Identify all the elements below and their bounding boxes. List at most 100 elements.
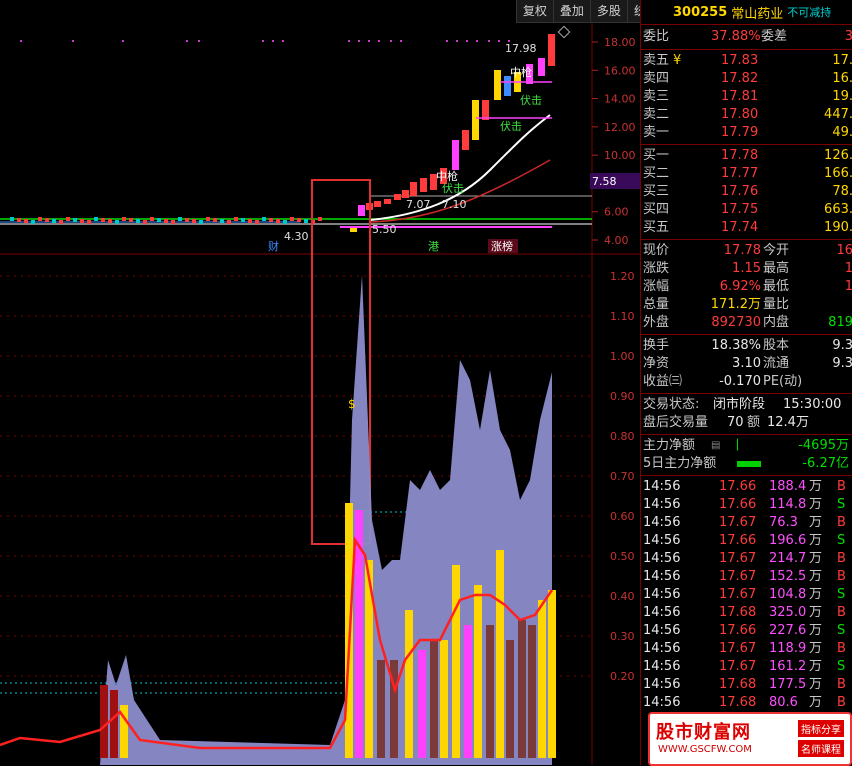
tick-time: 14:56 (643, 569, 681, 584)
quote-value: 1.15 (732, 261, 761, 276)
tick-row: 14:56 17.67 152.5 万 B (641, 568, 852, 586)
tick-price: 17.67 (719, 641, 757, 656)
quote-value: 171.2万 (710, 297, 761, 312)
ask-label: 卖三 (643, 89, 670, 104)
trade-status: 交易状态: 闭市阶段 15:30:00 盘后交易量 70 额 12.4万 (641, 394, 852, 435)
volume-bar (430, 640, 438, 758)
quote-row: 总量 171.2万 量比 (641, 296, 852, 314)
weibi-label: 委比 (643, 29, 670, 44)
toolbar-button-2[interactable]: 多股 (591, 0, 628, 22)
signal-fuji-3: 伏击 (442, 181, 464, 195)
fund-value-2: 9.3 (832, 356, 852, 371)
marker-dot (272, 40, 274, 42)
candle (129, 218, 133, 222)
current-price-value: 7.58 (592, 175, 617, 188)
tick-volume: 118.9 (769, 641, 807, 656)
after-label: 盘后交易量 (643, 415, 709, 430)
quote-label: 涨幅 (643, 279, 670, 294)
candle (17, 218, 21, 222)
ask-row: 卖四 17.82 16. (641, 70, 852, 88)
bid-price: 17.78 (721, 148, 759, 163)
candle (548, 34, 555, 66)
tick-volume: 76.3 (769, 515, 798, 530)
toolbar-button-0[interactable]: 复权 (517, 0, 554, 22)
marker-dot (348, 40, 350, 42)
indicator-axis-label: 0.40 (610, 590, 635, 603)
fund-value: 3.10 (732, 356, 761, 371)
tick-time: 14:56 (643, 641, 681, 656)
stock-code[interactable]: 300255 (673, 5, 727, 20)
main-flow: 主力净额 ▤ ▏ -4695万 5日主力净额 -6.27亿 (641, 435, 852, 476)
chart-area[interactable]: 18.0016.0014.0012.0010.008.006.004.007.5… (0, 0, 640, 765)
candle (185, 218, 189, 222)
fund-row: 收益㈢ -0.170 PE(动) (641, 373, 852, 391)
tick-unit: 万 (809, 605, 823, 620)
bid-price: 17.74 (721, 220, 759, 235)
quote-row: 外盘 892730 内盘 819 (641, 314, 852, 332)
tick-volume: 196.6 (769, 533, 807, 548)
kline-chart[interactable]: 18.0016.0014.0012.0010.008.006.004.007.5… (0, 0, 640, 765)
tick-unit: 万 (809, 533, 823, 548)
diamond-icon (557, 25, 571, 39)
list-icon[interactable]: ▤ (711, 437, 720, 455)
tick-price: 17.66 (719, 479, 757, 494)
marker-dot (390, 40, 392, 42)
tick-unit: 万 (809, 695, 823, 710)
tick-time: 14:56 (643, 695, 681, 710)
indicator-axis-label: 1.10 (610, 310, 635, 323)
flow5-label: 5日主力净额 (643, 456, 717, 471)
status-value: 闭市阶段 (713, 397, 766, 412)
fund-label-2: 股本 (763, 338, 790, 353)
indicator-axis-label: 0.80 (610, 430, 635, 443)
candle (402, 190, 409, 198)
tick-price: 17.66 (719, 623, 757, 638)
ask-row: 卖三 17.81 19. (641, 88, 852, 106)
toolbar-button-1[interactable]: 叠加 (554, 0, 591, 22)
tick-price: 17.67 (719, 515, 757, 530)
marker-dot (262, 40, 264, 42)
fund-value: 18.38% (711, 338, 761, 353)
tick-time: 14:56 (643, 659, 681, 674)
volume-bar (548, 590, 556, 758)
candle (213, 218, 217, 222)
tick-volume: 152.5 (769, 569, 807, 584)
candle (420, 178, 427, 192)
tick-side: B (837, 677, 846, 692)
bid-label: 买五 (643, 220, 670, 235)
volume-bar (452, 565, 460, 758)
tick-row: 14:56 17.67 104.8 万 S (641, 586, 852, 604)
ask-row: 卖五 ¥17.83 17. (641, 52, 852, 70)
ad-url: WWW.GSCFW.COM (658, 744, 752, 755)
tick-side: S (837, 623, 846, 638)
tick-list[interactable]: 14:56 17.66 188.4 万 B 14:56 17.66 114.8 万 S 14:56 1… (641, 476, 852, 714)
candle (452, 140, 459, 170)
label-a3: 5.50 (372, 223, 397, 236)
candle (220, 219, 224, 223)
quote-label-2: 最高 (763, 261, 790, 276)
ask-volume: 447. (824, 107, 852, 122)
stock-name[interactable]: 常山药业 (731, 3, 783, 22)
ad-button-course[interactable]: 名师课程 (798, 740, 844, 757)
tick-row: 14:56 17.67 76.3 万 B (641, 514, 852, 532)
marker-dot (466, 40, 468, 42)
candle (350, 228, 357, 232)
after-amt-label: 额 (747, 415, 761, 430)
ad-button-share[interactable]: 指标分享 (798, 720, 844, 737)
candle (262, 217, 266, 221)
marker-dot (456, 40, 458, 42)
tick-row: 14:56 17.66 114.8 万 S (641, 496, 852, 514)
bid-price: 17.77 (721, 166, 759, 181)
price-axis-label: 6.00 (604, 206, 629, 219)
marker-dot (186, 40, 188, 42)
quote-label-2: 内盘 (763, 315, 790, 330)
fund-value-2: 9.3 (832, 338, 852, 353)
tick-unit: 万 (809, 623, 823, 638)
ask-price: 17.80 (721, 107, 759, 122)
quote-label-2: 最低 (763, 279, 790, 294)
candle (538, 58, 545, 76)
tick-time: 14:56 (643, 605, 681, 620)
candle (80, 219, 84, 223)
bid-label: 买三 (643, 184, 670, 199)
bid-label: 买四 (643, 202, 670, 217)
fund-value: -0.170 (719, 374, 761, 389)
